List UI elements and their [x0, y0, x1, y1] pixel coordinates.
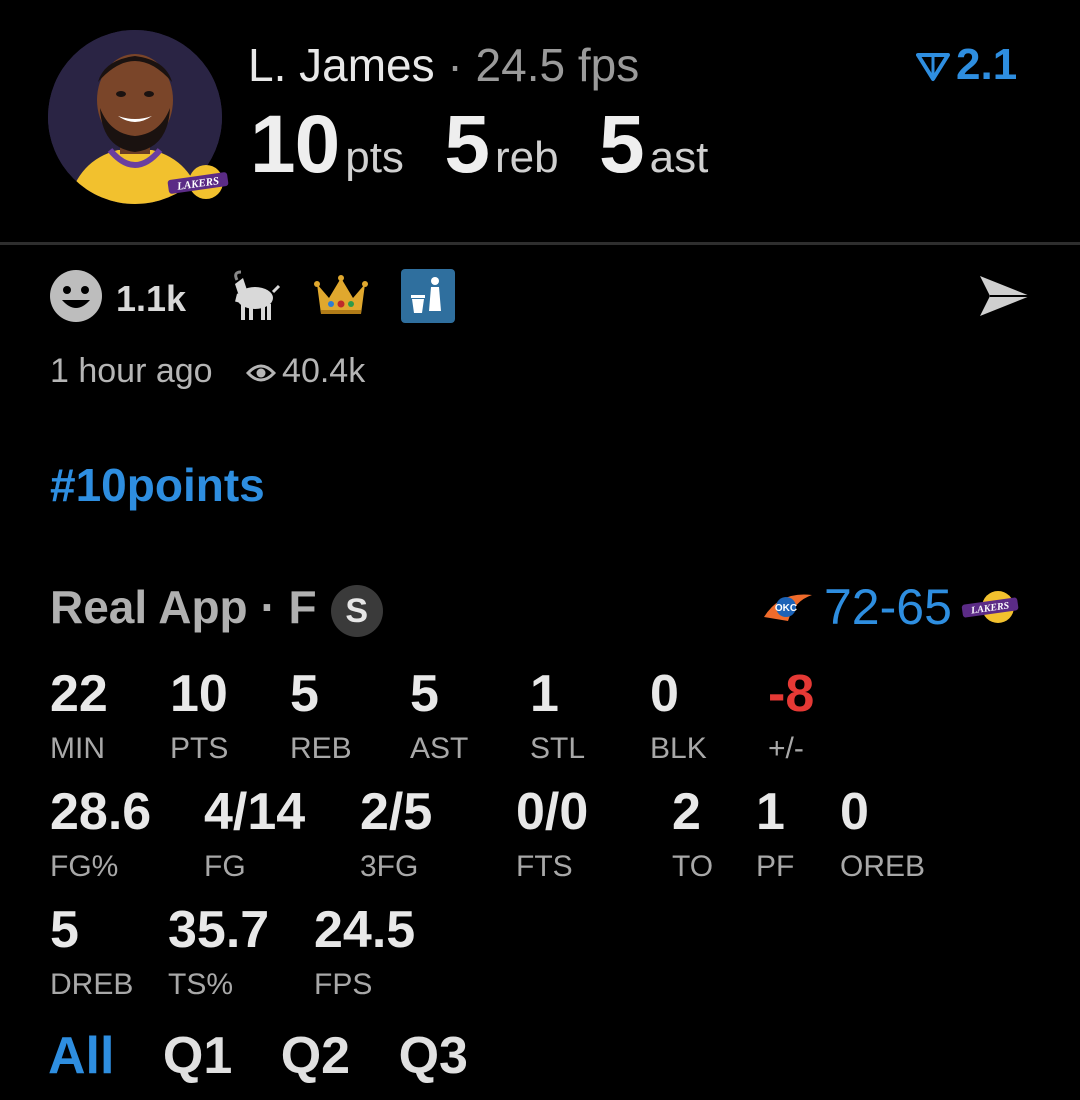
okc-logo-icon: OKC: [764, 594, 812, 621]
stat-value: 0/0: [516, 783, 589, 841]
reaction-count: 1.1k: [116, 277, 187, 319]
post-time: 1 hour ago: [50, 352, 213, 390]
stat-fts: 0/0 FTS: [516, 786, 588, 884]
rank-value: 2.1: [956, 40, 1018, 89]
stat-label: +/-: [768, 732, 804, 765]
stat-fps: 24.5 FPS: [314, 904, 415, 1002]
score-text: 72-65: [824, 579, 952, 635]
pts-unit: pts: [345, 133, 404, 182]
stat-label: FG: [204, 850, 246, 883]
stat-label: FG%: [50, 850, 119, 883]
stat-to: 2 TO: [672, 786, 713, 884]
stat-3fg: 2/5 3FG: [360, 786, 432, 884]
stat-ast: 5 AST: [410, 668, 468, 766]
stat-value: 5: [50, 901, 79, 959]
stat-value: 22: [50, 665, 108, 723]
stat-value: 28.6: [50, 783, 152, 841]
svg-text:OKC: OKC: [775, 603, 797, 614]
smile-icon[interactable]: [48, 268, 104, 329]
send-icon[interactable]: [976, 272, 1034, 320]
reb-unit: reb: [494, 133, 559, 182]
header-divider: [0, 242, 1080, 245]
goat-icon[interactable]: [225, 268, 281, 329]
stat-value: 0: [650, 665, 679, 723]
crown-icon[interactable]: [313, 268, 369, 329]
stat-min: 22 MIN: [50, 668, 108, 766]
view-count: 40.4k: [282, 352, 366, 390]
stat-label: OREB: [840, 850, 926, 883]
stat-label: PF: [756, 850, 795, 883]
stat-label: MIN: [50, 732, 105, 765]
source-separator: ·: [260, 581, 276, 633]
hashtag-link[interactable]: #10points: [50, 458, 265, 512]
player-name-line[interactable]: L. James · 24.5 fps: [248, 38, 639, 92]
stat-label: FTS: [516, 850, 573, 883]
stat-value: 2: [672, 783, 701, 841]
source-name: Real App: [50, 581, 248, 633]
source-row: Real App · FS: [50, 580, 383, 637]
stat-label: AST: [410, 732, 469, 765]
period-tabs: All Q1 Q2 Q3: [48, 1026, 502, 1086]
stat-fg: 4/14 FG: [204, 786, 305, 884]
stat-value: 5: [410, 665, 439, 723]
starter-badge: S: [330, 584, 383, 637]
stat-value: 35.7: [168, 901, 270, 959]
stat-label: REB: [290, 732, 352, 765]
headline-reb: 5: [444, 99, 490, 190]
player-name[interactable]: L. James: [248, 39, 435, 91]
view-count-group: 40.4k: [245, 352, 366, 390]
stat-pf: 1 PF: [756, 786, 794, 884]
rank-badge[interactable]: 2.1: [916, 40, 1017, 90]
stat-value: 1: [756, 783, 785, 841]
game-score[interactable]: OKC 72-65 LAKERS: [760, 578, 1020, 636]
stat-value: -8: [768, 665, 815, 723]
stat-value: 10: [170, 665, 228, 723]
stat-label: FPS: [314, 968, 373, 1001]
name-separator: ·: [447, 39, 463, 91]
fps-label: 24.5 fps: [475, 39, 640, 91]
player-position: F: [288, 581, 317, 633]
stat-blk: 0 BLK: [650, 668, 707, 766]
stat-dreb: 5 DREB: [50, 904, 133, 1002]
vote-arrow-icon: [916, 53, 950, 82]
stat-value: 5: [290, 665, 319, 723]
stat-label: TS%: [168, 968, 234, 1001]
stat-value: 1: [530, 665, 559, 723]
stat-label: STL: [530, 732, 586, 765]
reaction-bar: 1.1k: [48, 268, 456, 324]
tab-q2[interactable]: Q2: [281, 1027, 350, 1085]
stat-label: 3FG: [360, 850, 419, 883]
headline-stats: 10 pts 5 reb 5 ast: [250, 98, 744, 198]
headline-pts: 10: [250, 99, 340, 190]
stat-label: BLK: [650, 732, 707, 765]
stat-pts: 10 PTS: [170, 668, 228, 766]
headline-ast: 5: [599, 99, 645, 190]
stat-reb: 5 REB: [290, 668, 352, 766]
eye-icon: [245, 364, 277, 382]
stat-label: PTS: [170, 732, 229, 765]
lakers-logo-icon: LAKERS: [166, 162, 230, 202]
stat-fg-pct: 28.6 FG%: [50, 786, 151, 884]
stat-label: TO: [672, 850, 714, 883]
stat-plus-minus: -8 +/-: [768, 668, 814, 766]
stat-value: 0: [840, 783, 869, 841]
stat-value: 4/14: [204, 783, 306, 841]
tab-all[interactable]: All: [48, 1027, 114, 1085]
stat-oreb: 0 OREB: [840, 786, 925, 884]
post-meta: 1 hour ago 40.4k: [50, 352, 365, 391]
ast-unit: ast: [649, 133, 709, 182]
stat-value: 24.5: [314, 901, 416, 959]
stat-ts-pct: 35.7 TS%: [168, 904, 269, 1002]
stat-value: 2/5: [360, 783, 433, 841]
tab-q1[interactable]: Q1: [163, 1027, 232, 1085]
tab-q3[interactable]: Q3: [399, 1027, 468, 1085]
trash-reaction-icon[interactable]: [401, 269, 456, 328]
stat-label: DREB: [50, 968, 134, 1001]
lakers-logo-icon: LAKERS: [961, 591, 1019, 623]
stat-stl: 1 STL: [530, 668, 585, 766]
